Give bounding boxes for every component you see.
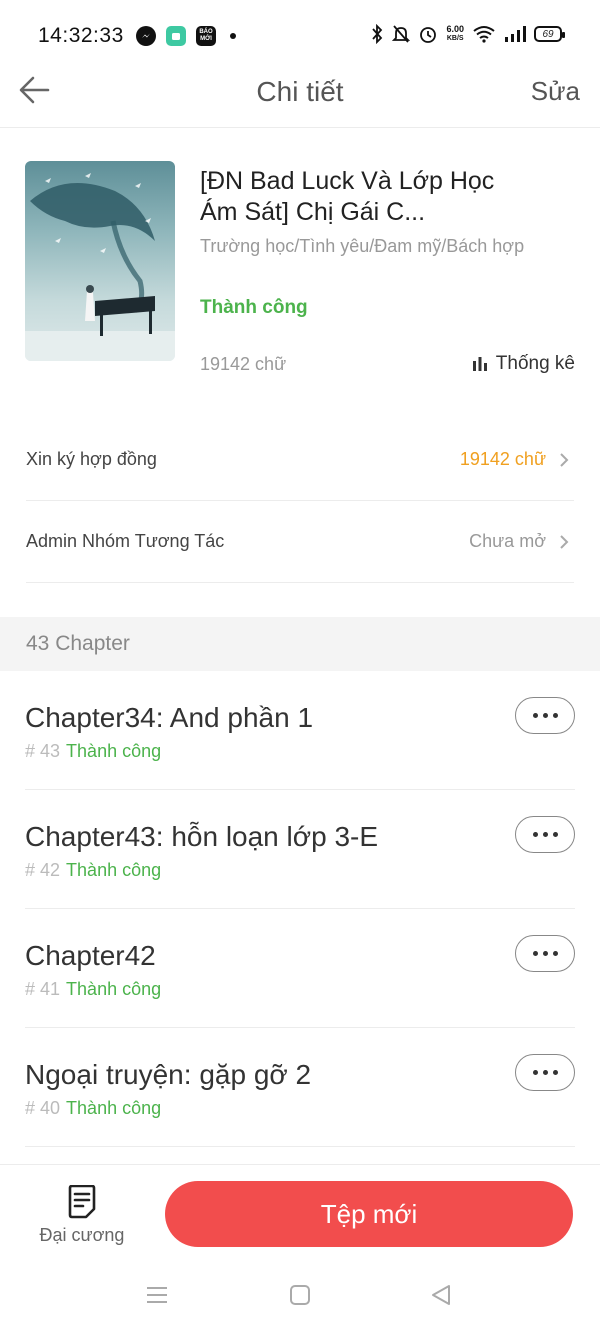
bar-chart-icon	[472, 357, 487, 371]
stats-label: Thống kê	[495, 353, 575, 374]
book-cover[interactable]	[25, 161, 175, 361]
edit-button[interactable]: Sửa	[531, 76, 580, 107]
contract-label: Xin ký hợp đồng	[26, 449, 157, 469]
bao-moi-icon: BÁO MỚI	[196, 26, 216, 46]
chapter-count-band: 43 Chapter	[0, 617, 600, 671]
header-bar: Chi tiết Sửa	[0, 60, 600, 128]
chapter-meta: # 40 Thành công	[25, 1098, 161, 1119]
chapter-meta: # 42 Thành công	[25, 860, 161, 881]
back-nav-icon[interactable]	[430, 1284, 452, 1306]
mute-bell-icon	[392, 25, 411, 43]
chapter-status: Thành công	[66, 741, 162, 761]
admin-group-label: Admin Nhóm Tương Tác	[26, 531, 225, 551]
notification-icons: BÁO MỚI	[136, 26, 236, 46]
chevron-right-icon	[560, 535, 569, 549]
chapter-more-button[interactable]	[515, 1054, 575, 1091]
status-time: 14:32:33	[38, 24, 124, 47]
chapter-title: Chapter42	[25, 940, 156, 971]
chevron-right-icon	[560, 453, 569, 467]
chapter-number: # 43	[25, 741, 61, 761]
book-title: [ĐN Bad Luck Và Lớp Học Ám Sát] Chị Gái …	[200, 167, 495, 226]
chapter-item[interactable]: Chapter43: hỗn loạn lớp 3-E # 42 Thành cô…	[25, 790, 575, 909]
book-info: [ĐN Bad Luck Và Lớp Học Ám Sát] Chị Gái …	[0, 128, 600, 398]
chapter-item[interactable]: Chapter42 # 41 Thành công	[25, 909, 575, 1028]
admin-group-value: Chưa mở	[469, 531, 546, 551]
wifi-icon	[473, 26, 495, 43]
chapter-status: Thành công	[66, 979, 162, 999]
signal-icon	[505, 26, 526, 42]
cover-illustration	[25, 173, 175, 361]
chapter-meta: # 43 Thành công	[25, 741, 161, 762]
book-genre: Trường học/Tình yêu/Đam mỹ/Bách hợp	[200, 236, 525, 256]
network-speed: 6.00 KB/S	[446, 25, 464, 43]
contract-row[interactable]: Xin ký hợp đồng 19142 chữ	[26, 419, 574, 501]
chapter-meta: # 41 Thành công	[25, 979, 161, 1000]
chapter-more-button[interactable]	[515, 816, 575, 853]
book-status: Thành công	[200, 297, 308, 318]
chapter-number: # 40	[25, 1098, 61, 1118]
chapter-number: # 41	[25, 979, 61, 999]
chapter-count: 43 Chapter	[26, 632, 130, 655]
net-speed-value: 6.00	[446, 24, 464, 34]
app-green-icon	[166, 26, 186, 46]
contract-value: 19142 chữ	[459, 449, 546, 469]
battery-icon: 69	[534, 26, 565, 42]
chapter-status: Thành công	[66, 860, 162, 880]
outline-button[interactable]: Đại cương	[30, 1185, 134, 1251]
outline-label: Đại cương	[39, 1225, 125, 1245]
chapter-item[interactable]: Ngoại truyện: gặp gỡ 2 # 40 Thành công	[25, 1028, 575, 1147]
chapter-number: # 42	[25, 860, 61, 880]
dot-indicator	[230, 33, 236, 39]
stats-button[interactable]: Thống kê	[472, 353, 575, 375]
home-nav-icon[interactable]	[289, 1284, 311, 1306]
menu-nav-icon[interactable]	[146, 1284, 168, 1306]
chapter-title: Chapter34: And phần 1	[25, 702, 314, 733]
alarm-icon	[420, 27, 437, 43]
chapter-title: Ngoại truyện: gặp gỡ 2	[25, 1059, 312, 1090]
chapter-more-button[interactable]	[515, 697, 575, 734]
system-navigation-bar	[0, 1264, 600, 1333]
book-word-count: 19142 chữ	[200, 354, 287, 374]
bluetooth-icon	[372, 24, 383, 44]
outline-document-icon	[68, 1185, 96, 1219]
bottom-action-bar: Đại cương Tệp mới	[0, 1164, 600, 1264]
chapter-title: Chapter43: hỗn loạn lớp 3-E	[25, 821, 379, 852]
chapter-status: Thành công	[66, 1098, 162, 1118]
chapter-more-button[interactable]	[515, 935, 575, 972]
messenger-icon	[136, 26, 156, 46]
chapter-item[interactable]: Chapter34: And phần 1 # 43 Thành công	[25, 671, 575, 790]
system-indicators: 6.00 KB/S 69	[370, 24, 565, 44]
net-speed-unit: KB/S	[446, 35, 464, 42]
admin-group-row[interactable]: Admin Nhóm Tương Tác Chưa mở	[26, 501, 574, 583]
page-title: Chi tiết	[256, 76, 344, 107]
new-file-button[interactable]: Tệp mới	[165, 1181, 573, 1247]
